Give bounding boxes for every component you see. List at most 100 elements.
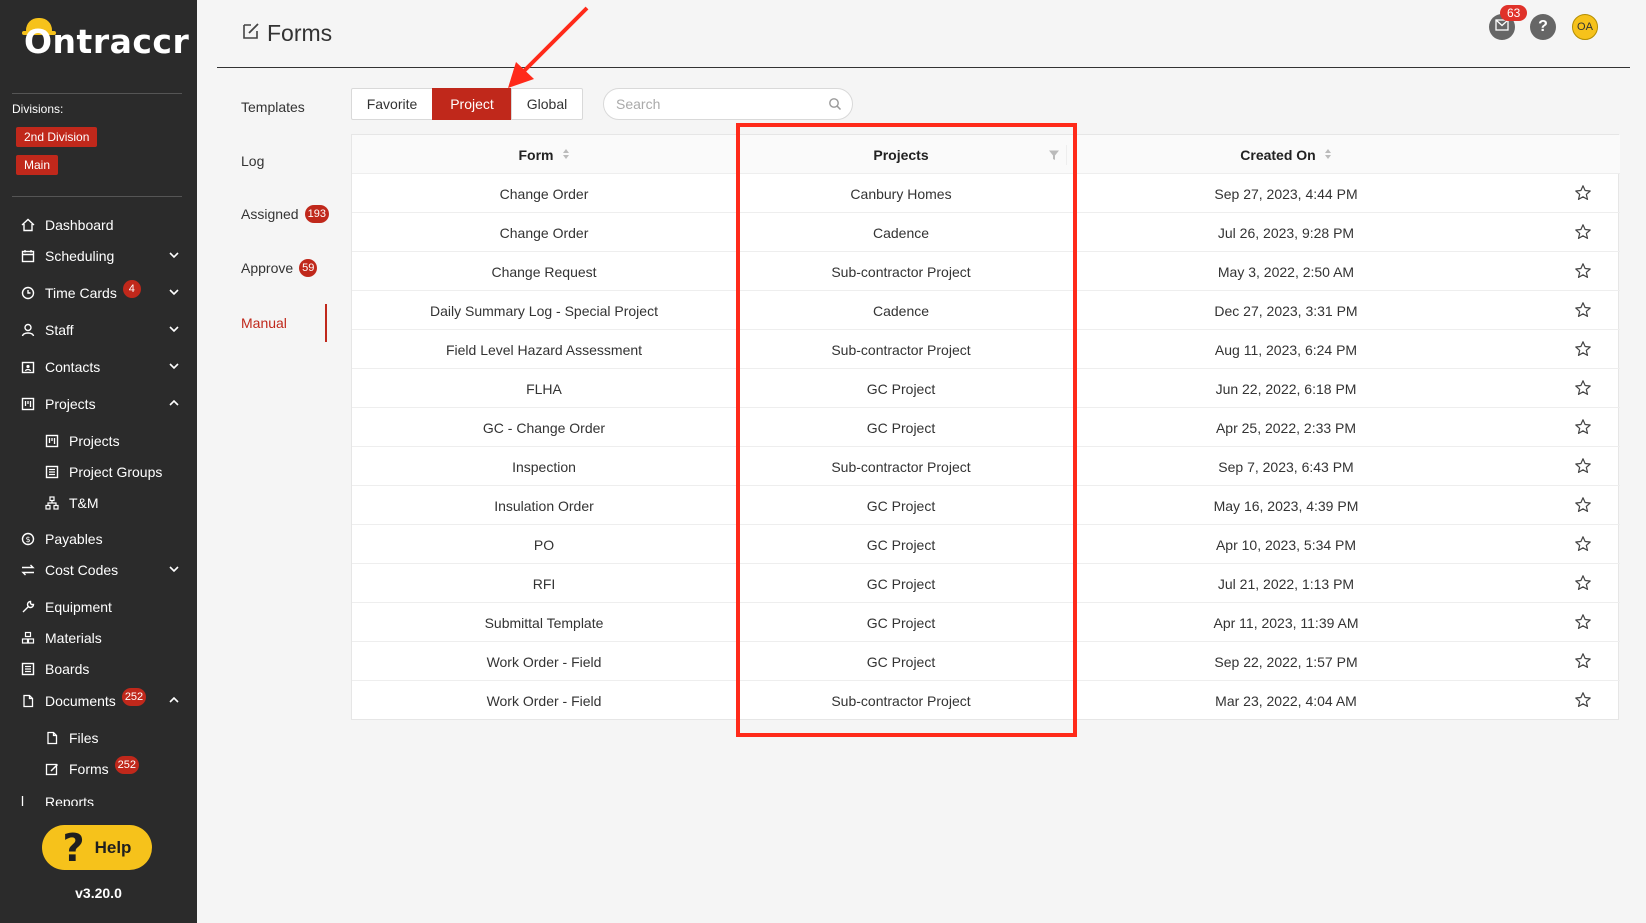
chevron-down-icon (168, 248, 180, 264)
forms-badge: 252 (114, 756, 140, 774)
cell-form: Insulation Order (494, 497, 594, 514)
favorite-star-icon[interactable] (1574, 535, 1594, 555)
annotation-highlight-box (736, 123, 1077, 737)
chevron-down-icon (168, 322, 180, 338)
sidebar-item-files[interactable]: Files (44, 726, 182, 750)
divisions-label: Divisions: (12, 102, 64, 116)
home-icon (20, 217, 36, 233)
sidebar-item-documents[interactable]: Documents 252 (20, 688, 182, 713)
project-icon (44, 433, 60, 449)
cell-form: Inspection (512, 458, 576, 475)
favorite-star-icon[interactable] (1574, 496, 1594, 516)
sidebar-item-equipment[interactable]: Equipment (20, 595, 182, 619)
favorite-star-icon[interactable] (1574, 652, 1594, 672)
project-groups-icon (44, 464, 60, 480)
sidebar-item-forms[interactable]: Forms 252 (44, 756, 182, 781)
favorite-star-icon[interactable] (1574, 223, 1594, 243)
favorite-star-icon[interactable] (1574, 574, 1594, 594)
sidebar-item-label: Dashboard (45, 217, 114, 233)
sidebar-item-cost-codes[interactable]: Cost Codes (20, 558, 182, 582)
svg-text:$: $ (25, 535, 30, 544)
tab-templates[interactable]: Templates (241, 99, 305, 115)
cell-form: Submittal Template (484, 614, 604, 631)
hierarchy-icon (44, 495, 60, 511)
sidebar-item-projects[interactable]: Projects (20, 392, 182, 416)
annotation-arrow (508, 6, 589, 88)
favorite-star-icon[interactable] (1574, 457, 1594, 477)
tab-approve[interactable]: Approve 59 (241, 259, 318, 277)
question-icon: ? (1538, 18, 1548, 35)
favorite-star-icon[interactable] (1574, 691, 1594, 711)
sidebar-item-dashboard[interactable]: Dashboard (20, 213, 182, 237)
notification-badge: 63 (1500, 5, 1528, 21)
division-tag-2nd-division[interactable]: 2nd Division (16, 127, 98, 147)
cell-created-on: Mar 23, 2022, 4:04 AM (1215, 692, 1357, 709)
sidebar-item-label: Projects (69, 433, 120, 449)
favorite-star-icon[interactable] (1574, 379, 1594, 399)
contacts-icon (20, 359, 36, 375)
favorite-star-icon[interactable] (1574, 301, 1594, 321)
sidebar-item-label: Reports (45, 794, 95, 806)
column-header-form[interactable]: Form (352, 135, 736, 174)
tab-assigned[interactable]: Assigned 193 (241, 205, 329, 223)
cell-created-on: Jun 22, 2022, 6:18 PM (1215, 380, 1357, 397)
sidebar-item-projects-list[interactable]: Projects (44, 429, 182, 453)
sidebar-item-project-groups[interactable]: Project Groups (44, 460, 182, 484)
chart-icon (20, 794, 36, 806)
sidebar-item-label: Project Groups (69, 464, 163, 480)
sidebar-item-contacts[interactable]: Contacts (20, 355, 182, 379)
board-icon (20, 661, 36, 677)
page-title: Forms (241, 20, 332, 47)
clock-icon (20, 285, 36, 301)
tab-log[interactable]: Log (241, 153, 264, 169)
cell-created-on: Apr 25, 2022, 2:33 PM (1215, 419, 1357, 436)
sidebar-item-payables[interactable]: $ Payables (20, 527, 182, 551)
sidebar-item-label: T&M (69, 495, 99, 511)
approve-badge: 59 (299, 259, 318, 277)
sidebar-item-boards[interactable]: Boards (20, 657, 182, 681)
sidebar-item-label: Files (69, 730, 99, 746)
sidebar-item-label: Staff (45, 322, 74, 338)
avatar[interactable]: OA (1572, 14, 1598, 40)
sidebar-item-scheduling[interactable]: Scheduling (20, 244, 182, 268)
sidebar-item-time-cards[interactable]: Time Cards 4 (20, 280, 182, 305)
favorite-star-icon[interactable] (1574, 613, 1594, 633)
swap-icon (20, 562, 36, 578)
sidebar-item-label: Payables (45, 531, 103, 547)
favorite-star-icon[interactable] (1574, 262, 1594, 282)
help-button[interactable]: ? Help (42, 825, 152, 870)
filter-favorite-button[interactable]: Favorite (351, 88, 433, 120)
user-icon (20, 322, 36, 338)
cell-form: Work Order - Field (486, 653, 602, 670)
divider (12, 196, 182, 197)
favorite-star-icon[interactable] (1574, 340, 1594, 360)
cell-created-on: Sep 27, 2023, 4:44 PM (1214, 185, 1358, 202)
sidebar-item-label: Materials (45, 630, 102, 646)
sidebar-item-tm[interactable]: T&M (44, 491, 182, 515)
search-box[interactable] (603, 88, 853, 120)
column-header-created-on[interactable]: Created On (1066, 135, 1506, 174)
cell-created-on: Sep 22, 2022, 1:57 PM (1214, 653, 1358, 670)
sort-icon[interactable] (562, 147, 570, 163)
cell-form: Field Level Hazard Assessment (445, 341, 643, 358)
favorite-star-icon[interactable] (1574, 184, 1594, 204)
divider (12, 93, 182, 94)
question-icon: ? (62, 825, 85, 870)
sidebar-item-reports[interactable]: Reports (20, 794, 182, 806)
sidebar-item-materials[interactable]: Materials (20, 626, 182, 650)
division-tag-main[interactable]: Main (16, 155, 59, 175)
logo[interactable]: Ontraccr (22, 18, 189, 61)
chevron-up-icon (168, 693, 180, 709)
search-input[interactable] (616, 96, 816, 112)
assigned-badge: 193 (304, 205, 329, 223)
sort-icon[interactable] (1324, 147, 1332, 163)
help-circle-button[interactable]: ? (1530, 14, 1556, 40)
tab-manual[interactable]: Manual (241, 315, 287, 331)
search-icon[interactable] (828, 97, 842, 116)
cell-created-on: Dec 27, 2023, 3:31 PM (1214, 302, 1358, 319)
project-icon (20, 396, 36, 412)
cell-created-on: Sep 7, 2023, 6:43 PM (1218, 458, 1354, 475)
chevron-down-icon (168, 359, 180, 375)
sidebar-item-staff[interactable]: Staff (20, 318, 182, 342)
favorite-star-icon[interactable] (1574, 418, 1594, 438)
